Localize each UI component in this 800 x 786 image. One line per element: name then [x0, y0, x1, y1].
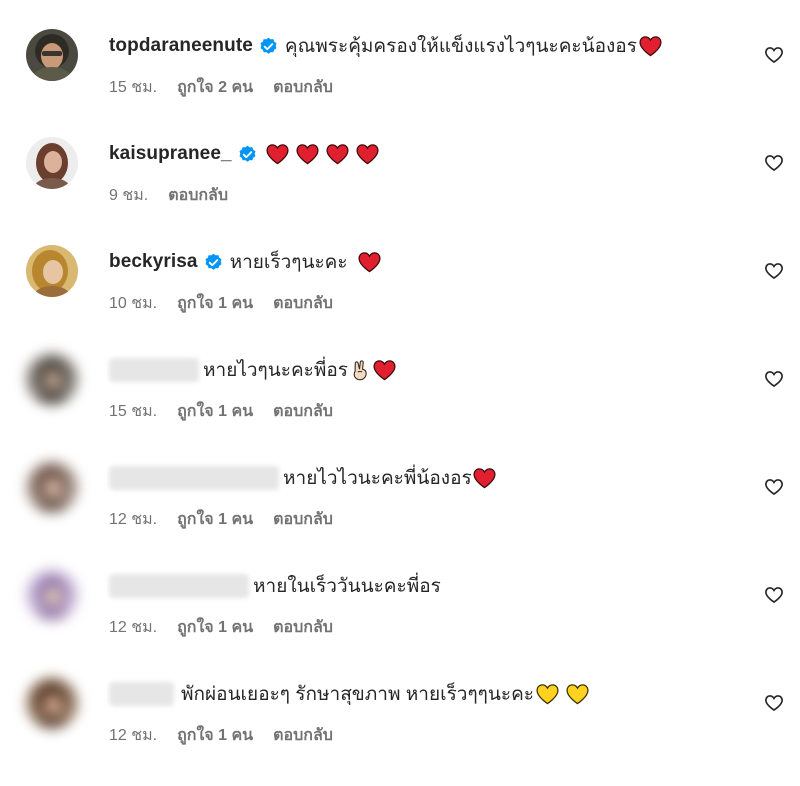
emoji-group — [349, 359, 403, 381]
comment-meta: 15 ชม. ถูกใจ 1 คน ตอบกลับ — [109, 399, 353, 424]
avatar[interactable] — [26, 353, 78, 405]
comment-header: หายไวไวนะคะพี่น้องอร — [109, 465, 503, 491]
verified-badge-icon — [239, 145, 256, 162]
avatar[interactable] — [26, 245, 78, 297]
comment-header: หายไวๆนะคะพี่อร — [109, 357, 403, 383]
timestamp: 10 ชม. — [109, 295, 158, 312]
red-heart-icon — [356, 144, 379, 165]
yellow-heart-icon — [566, 684, 589, 705]
avatar[interactable] — [26, 677, 78, 729]
reply-button[interactable]: ตอบกลับ — [273, 399, 333, 424]
like-count[interactable]: ถูกใจ 1 คน — [177, 723, 253, 748]
reply-button[interactable]: ตอบกลับ — [273, 75, 333, 100]
comment-item: beckyrisa หายเร็วๆนะคะ 10 ชม. ถูกใจ 1 คน… — [0, 216, 800, 316]
timestamp: 15 ชม. — [109, 403, 158, 420]
timestamp: 9 ชม. — [109, 187, 149, 204]
comment-item: พักผ่อนเยอะๆ รักษาสุขภาพ หายเร็วๆๆนะคะ 1… — [0, 648, 800, 748]
comment-header: beckyrisa หายเร็วๆนะคะ — [109, 249, 388, 275]
red-heart-icon — [296, 144, 319, 165]
comment-meta: 12 ชม. ถูกใจ 1 คน ตอบกลับ — [109, 507, 353, 532]
heart-outline-icon[interactable] — [764, 153, 784, 173]
red-heart-icon — [266, 144, 289, 165]
username-blurred — [109, 682, 174, 706]
comment-header: หายในเร็ววันนะคะพี่อร — [109, 573, 441, 599]
timestamp: 15 ชม. — [109, 79, 158, 96]
red-heart-icon — [639, 36, 662, 57]
comment-meta: 12 ชม. ถูกใจ 1 คน ตอบกลับ — [109, 723, 353, 748]
comment-header: topdaraneenute คุณพระคุ้มครองให้แข็งแรงไ… — [109, 33, 669, 59]
red-heart-icon — [473, 468, 496, 489]
timestamp: 12 ชม. — [109, 511, 158, 528]
heart-outline-icon[interactable] — [764, 477, 784, 497]
comment-header: kaisupranee_ — [109, 141, 386, 167]
reply-button[interactable]: ตอบกลับ — [168, 183, 228, 208]
heart-outline-icon[interactable] — [764, 45, 784, 65]
avatar[interactable] — [26, 137, 78, 189]
comment-item: topdaraneenute คุณพระคุ้มครองให้แข็งแรงไ… — [0, 0, 800, 100]
timestamp: 12 ชม. — [109, 619, 158, 636]
heart-outline-icon[interactable] — [764, 261, 784, 281]
red-heart-icon — [373, 360, 396, 381]
comment-list: topdaraneenute คุณพระคุ้มครองให้แข็งแรงไ… — [0, 0, 800, 786]
username-blurred — [109, 358, 199, 382]
emoji-group — [266, 143, 386, 165]
comment-item: kaisupranee_ 9 ชม. ตอบกลับ — [0, 108, 800, 208]
comment-text: หายเร็วๆนะคะ — [229, 252, 348, 273]
emoji-group — [639, 35, 669, 57]
reply-button[interactable]: ตอบกลับ — [273, 507, 333, 532]
comment-text: หายไวไวนะคะพี่น้องอร — [283, 468, 472, 489]
avatar[interactable] — [26, 29, 78, 81]
comment-item: หายไวไวนะคะพี่น้องอร 12 ชม. ถูกใจ 1 คน ต… — [0, 432, 800, 532]
comment-header: พักผ่อนเยอะๆ รักษาสุขภาพ หายเร็วๆๆนะคะ — [109, 681, 596, 707]
comment-text: หายไวๆนะคะพี่อร — [203, 360, 349, 381]
reply-button[interactable]: ตอบกลับ — [273, 291, 333, 316]
comment-item: หายไวๆนะคะพี่อร 15 ชม. ถูกใจ 1 คน ตอบกลั… — [0, 324, 800, 424]
avatar[interactable] — [26, 569, 78, 621]
verified-badge-icon — [260, 37, 277, 54]
red-heart-icon — [358, 252, 381, 273]
yellow-heart-icon — [536, 684, 559, 705]
red-heart-icon — [326, 144, 349, 165]
comment-meta: 15 ชม. ถูกใจ 2 คน ตอบกลับ — [109, 75, 353, 100]
username-blurred — [109, 466, 279, 490]
username-blurred — [109, 574, 249, 598]
heart-outline-icon[interactable] — [764, 369, 784, 389]
username[interactable]: beckyrisa — [109, 251, 198, 273]
heart-outline-icon[interactable] — [764, 585, 784, 605]
comment-meta: 12 ชม. ถูกใจ 1 คน ตอบกลับ — [109, 615, 353, 640]
comment-text: พักผ่อนเยอะๆ รักษาสุขภาพ หายเร็วๆๆนะคะ — [181, 684, 534, 705]
comment-meta: 10 ชม. ถูกใจ 1 คน ตอบกลับ — [109, 291, 353, 316]
comment-text: หายในเร็ววันนะคะพี่อร — [253, 576, 441, 597]
comment-item: หายในเร็ววันนะคะพี่อร 12 ชม. ถูกใจ 1 คน … — [0, 540, 800, 640]
avatar[interactable] — [26, 461, 78, 513]
emoji-group — [536, 683, 596, 705]
emoji-group — [473, 467, 503, 489]
username[interactable]: topdaraneenute — [109, 35, 253, 57]
like-count[interactable]: ถูกใจ 1 คน — [177, 399, 253, 424]
reply-button[interactable]: ตอบกลับ — [273, 615, 333, 640]
like-count[interactable]: ถูกใจ 1 คน — [177, 507, 253, 532]
emoji-group — [358, 251, 388, 273]
verified-badge-icon — [205, 253, 222, 270]
timestamp: 12 ชม. — [109, 727, 158, 744]
username[interactable]: kaisupranee_ — [109, 143, 232, 165]
like-count[interactable]: ถูกใจ 1 คน — [177, 615, 253, 640]
like-count[interactable]: ถูกใจ 2 คน — [177, 75, 253, 100]
comment-meta: 9 ชม. ตอบกลับ — [109, 183, 248, 208]
victory-hand-icon — [353, 360, 367, 381]
reply-button[interactable]: ตอบกลับ — [273, 723, 333, 748]
comment-text: คุณพระคุ้มครองให้แข็งแรงไวๆนะคะน้องอร — [284, 36, 637, 57]
heart-outline-icon[interactable] — [764, 693, 784, 713]
like-count[interactable]: ถูกใจ 1 คน — [177, 291, 253, 316]
